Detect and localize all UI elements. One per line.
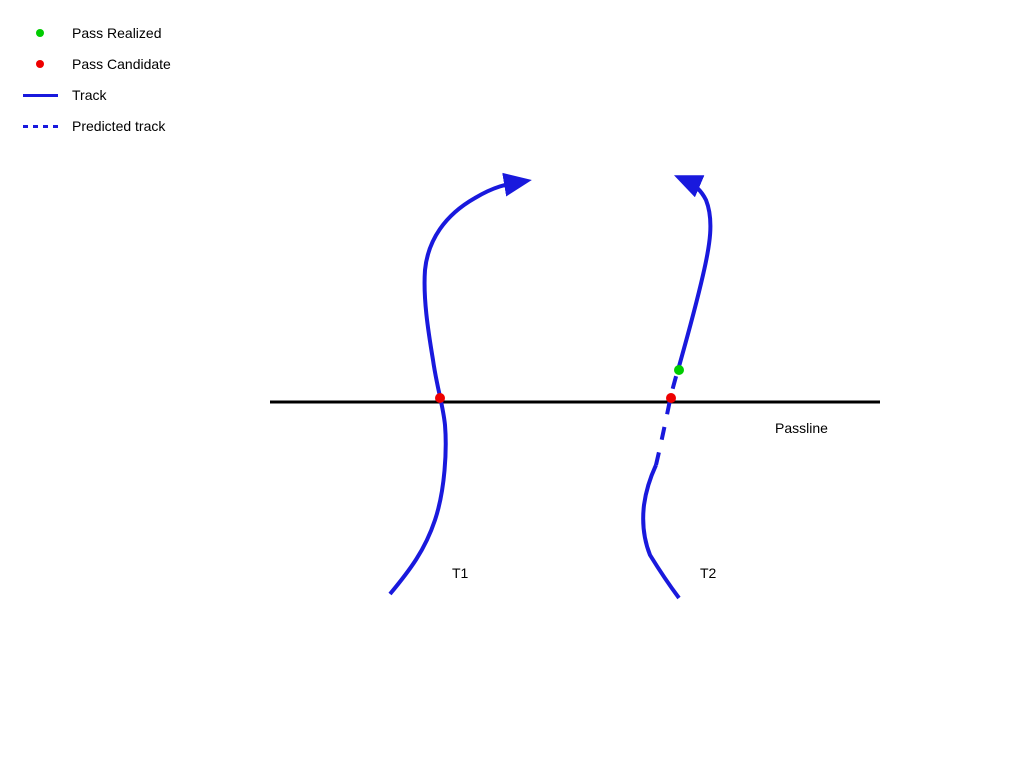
diagram-svg <box>0 0 1024 768</box>
passline-label: Passline <box>775 420 828 436</box>
pass-candidate-t2 <box>666 393 676 403</box>
track-t2-upper <box>678 180 710 370</box>
track-t1 <box>390 182 520 594</box>
track-t2-lower <box>643 465 679 598</box>
track-t2-predicted <box>656 370 678 465</box>
pass-candidate-t1 <box>435 393 445 403</box>
pass-realized-t2 <box>674 365 684 375</box>
t1-label: T1 <box>452 565 468 581</box>
t2-label: T2 <box>700 565 716 581</box>
